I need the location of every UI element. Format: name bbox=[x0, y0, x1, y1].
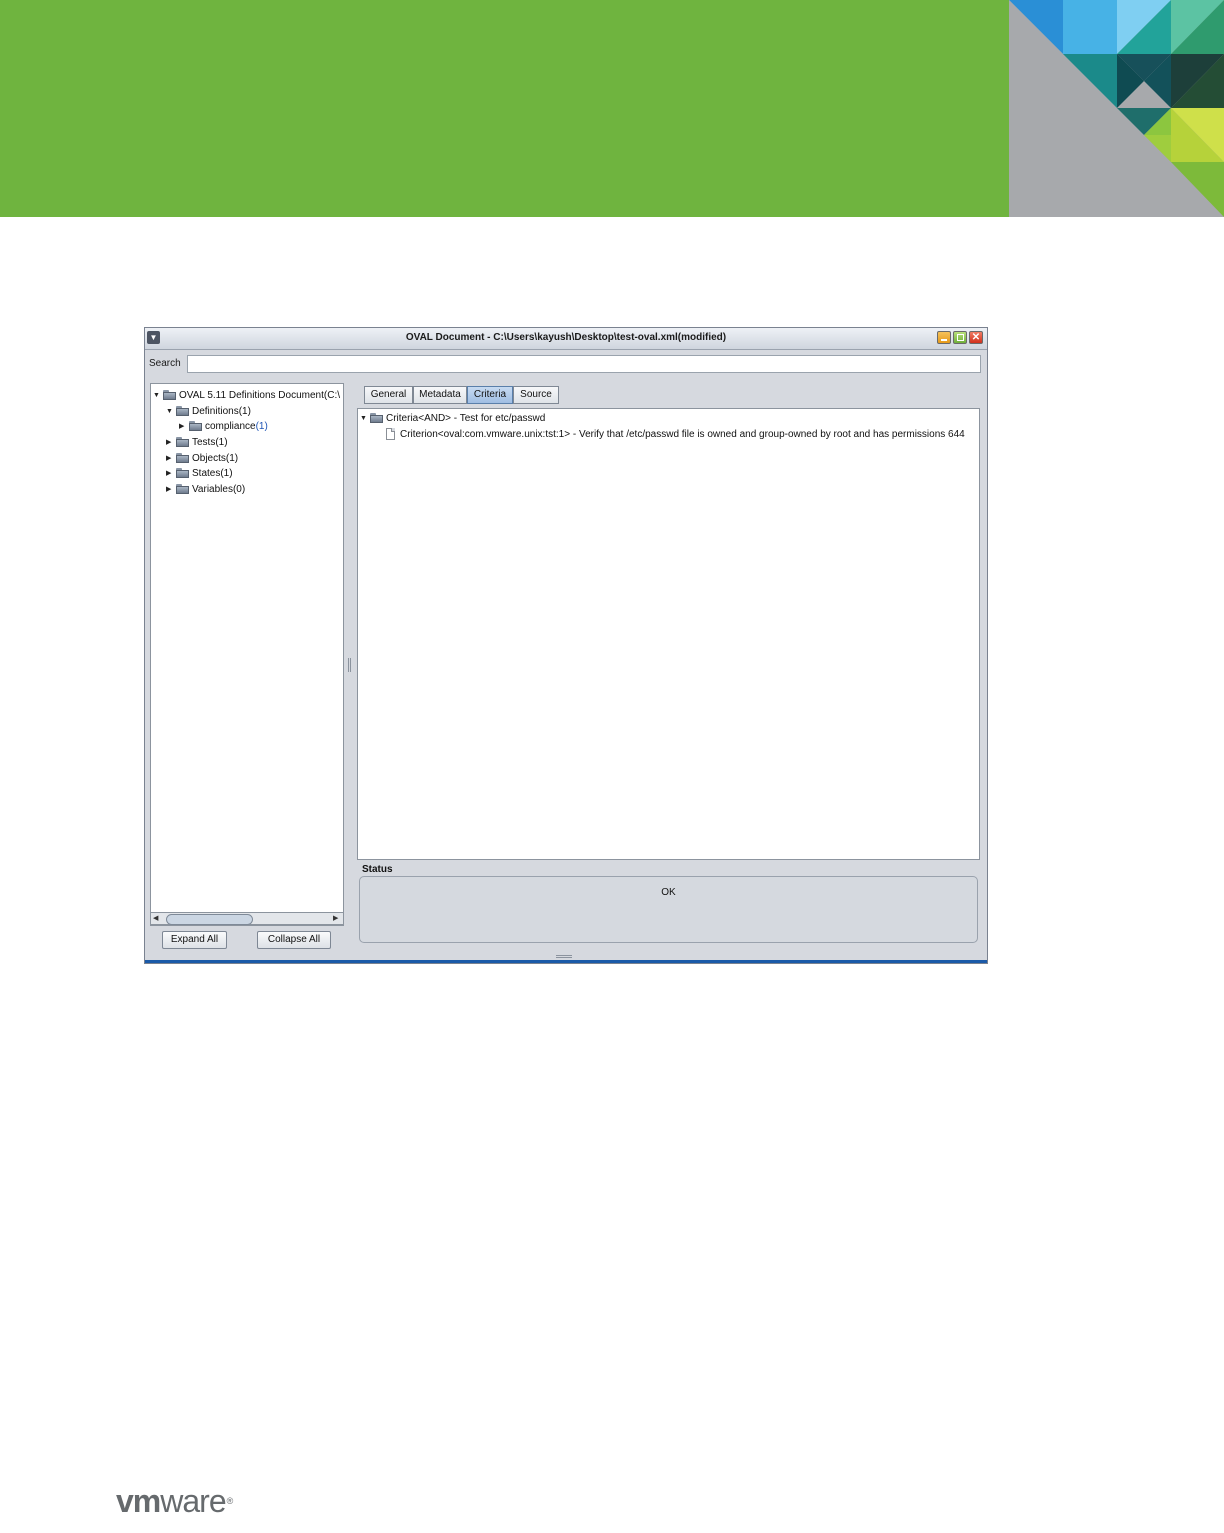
expanded-arrow-icon[interactable]: ▼ bbox=[153, 388, 163, 403]
window-titlebar[interactable]: ▼ OVAL Document - C:\Users\kayush\Deskto… bbox=[145, 328, 987, 350]
folder-icon bbox=[163, 390, 176, 400]
status-text: OK bbox=[661, 887, 676, 898]
oval-document-window: ▼ OVAL Document - C:\Users\kayush\Deskto… bbox=[144, 327, 988, 964]
maximize-button[interactable] bbox=[953, 331, 967, 344]
tree-item-variables[interactable]: ▶ Variables(0) bbox=[166, 482, 245, 497]
status-panel: OK bbox=[359, 876, 978, 943]
criterion-node-label: Criterion<oval:com.vmware.unix:tst:1> - … bbox=[400, 429, 965, 440]
folder-icon bbox=[176, 484, 189, 494]
expand-all-button[interactable]: Expand All bbox=[162, 931, 227, 949]
document-icon bbox=[386, 428, 395, 440]
tab-source[interactable]: Source bbox=[513, 386, 559, 404]
scroll-right-icon[interactable]: ▶ bbox=[333, 914, 338, 922]
collapsed-arrow-icon[interactable]: ▶ bbox=[166, 466, 176, 481]
criteria-node-label: Criteria<AND> - Test for etc/passwd bbox=[386, 413, 546, 424]
bottom-splitter-grip-icon[interactable] bbox=[556, 955, 572, 958]
tree-item-label: States(1) bbox=[192, 468, 233, 479]
folder-icon bbox=[176, 437, 189, 447]
window-title: OVAL Document - C:\Users\kayush\Desktop\… bbox=[405, 332, 727, 343]
tab-criteria[interactable]: Criteria bbox=[467, 386, 513, 404]
expanded-arrow-icon[interactable]: ▼ bbox=[360, 411, 370, 426]
folder-icon bbox=[176, 406, 189, 416]
tree-item-states[interactable]: ▶ States(1) bbox=[166, 466, 233, 481]
criteria-tree[interactable]: ▼ Criteria<AND> - Test for etc/passwd Cri… bbox=[357, 408, 980, 860]
header-banner bbox=[0, 0, 1009, 217]
folder-icon bbox=[189, 421, 202, 431]
search-input[interactable] bbox=[187, 355, 981, 373]
document-tree[interactable]: ▼ OVAL 5.11 Definitions Document(C:\ ▼ Def… bbox=[150, 383, 344, 926]
details-pane: General Metadata Criteria Source ▼ Criter… bbox=[354, 380, 983, 950]
criterion-node[interactable]: Criterion<oval:com.vmware.unix:tst:1> - … bbox=[386, 427, 965, 442]
tree-item-label: compliance bbox=[205, 421, 256, 432]
scrollbar-thumb[interactable] bbox=[166, 914, 253, 925]
tree-item-label: Tests(1) bbox=[192, 437, 228, 448]
folder-icon bbox=[176, 468, 189, 478]
tree-item-definitions[interactable]: ▼ Definitions(1) bbox=[166, 404, 251, 419]
tree-item-label: Objects(1) bbox=[192, 453, 239, 464]
tree-item-compliance[interactable]: ▶ compliance(1) bbox=[179, 419, 268, 434]
folder-icon bbox=[370, 413, 383, 423]
minimize-button[interactable] bbox=[937, 331, 951, 344]
tree-item-objects[interactable]: ▶ Objects(1) bbox=[166, 451, 238, 466]
tree-horizontal-scrollbar[interactable]: ◀ ▶ bbox=[150, 912, 344, 925]
tree-item-label: Variables(0) bbox=[192, 484, 246, 495]
close-button[interactable]: ✕ bbox=[969, 331, 983, 344]
tree-item-root[interactable]: ▼ OVAL 5.11 Definitions Document(C:\ bbox=[153, 388, 340, 403]
tree-item-label: OVAL 5.11 Definitions Document(C:\ bbox=[179, 390, 340, 401]
splitter-grip-icon[interactable] bbox=[348, 658, 351, 672]
collapsed-arrow-icon[interactable]: ▶ bbox=[166, 451, 176, 466]
tree-item-count: (1) bbox=[255, 421, 268, 432]
tab-general[interactable]: General bbox=[364, 386, 413, 404]
tree-item-label: Definitions(1) bbox=[192, 406, 251, 417]
collapsed-arrow-icon[interactable]: ▶ bbox=[179, 419, 189, 434]
folder-icon bbox=[176, 453, 189, 463]
collapsed-arrow-icon[interactable]: ▶ bbox=[166, 435, 176, 450]
search-label: Search bbox=[149, 358, 181, 369]
criteria-node[interactable]: ▼ Criteria<AND> - Test for etc/passwd bbox=[360, 411, 545, 426]
scroll-left-icon[interactable]: ◀ bbox=[153, 914, 158, 922]
vmware-logo: vmware® bbox=[116, 1483, 234, 1519]
collapsed-arrow-icon[interactable]: ▶ bbox=[166, 482, 176, 497]
header-mosaic bbox=[1009, 0, 1224, 217]
tab-metadata[interactable]: Metadata bbox=[413, 386, 467, 404]
expanded-arrow-icon[interactable]: ▼ bbox=[166, 404, 176, 419]
pane-splitter[interactable] bbox=[348, 383, 352, 950]
tree-item-tests[interactable]: ▶ Tests(1) bbox=[166, 435, 228, 450]
window-bottom-edge bbox=[145, 960, 987, 963]
collapse-all-button[interactable]: Collapse All bbox=[257, 931, 331, 949]
status-label: Status bbox=[362, 864, 393, 875]
